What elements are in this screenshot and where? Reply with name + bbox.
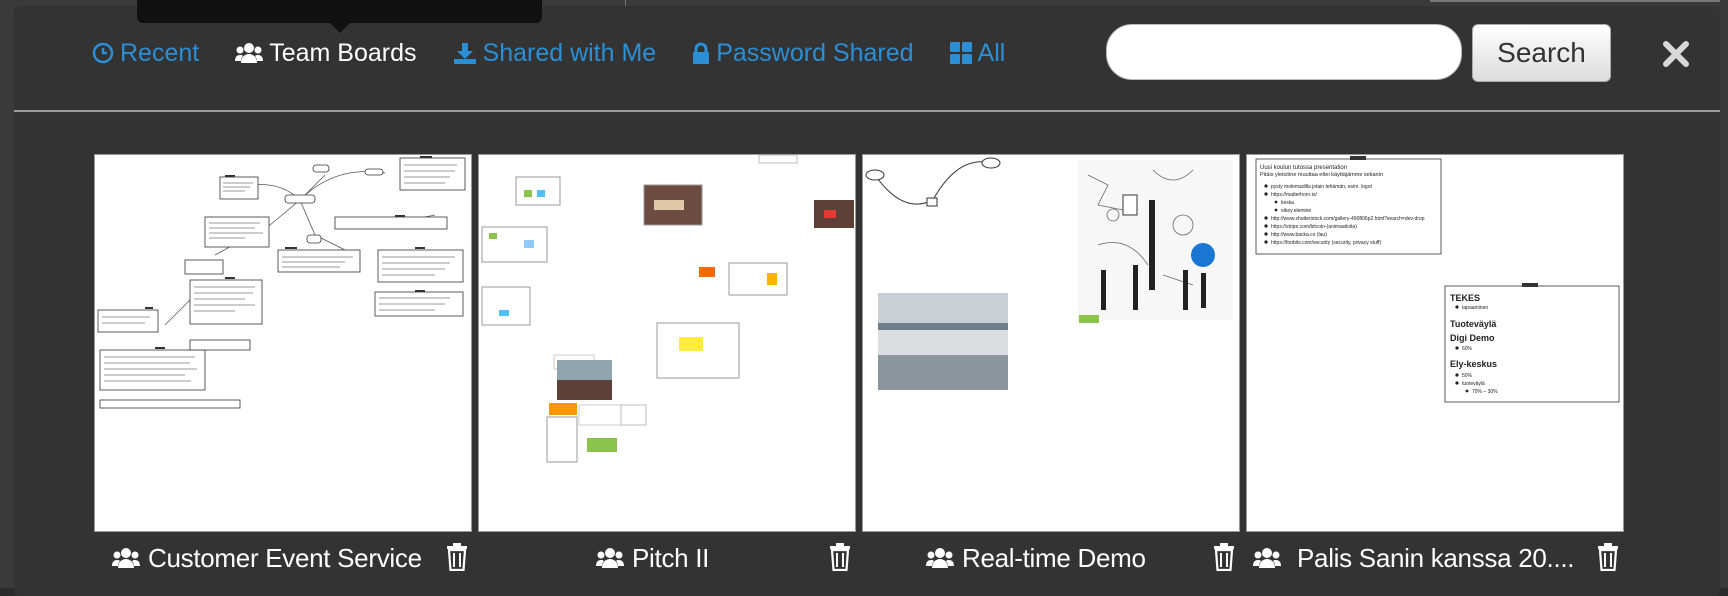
lock-icon — [693, 42, 710, 64]
tab-password-shared-label: Password Shared — [716, 38, 914, 67]
board-thumbnail[interactable]: Uusi koulun tutossa presentation Pitäis … — [1246, 154, 1624, 532]
tab-recent-label: Recent — [120, 38, 200, 67]
note-item: stkey.elemine — [1281, 208, 1311, 214]
users-icon — [926, 548, 954, 568]
note-item: http://www.shutterstock.com/gallery-4908… — [1271, 216, 1425, 222]
download-icon — [453, 43, 476, 64]
note-ely: Ely-keskus — [1450, 359, 1497, 369]
note-item: https://stripe.com/bitcoin-(animaatioita… — [1271, 224, 1357, 230]
tooltip-arrow — [330, 23, 350, 33]
clock-icon — [92, 42, 114, 64]
tooltip — [137, 0, 542, 23]
trash-icon[interactable] — [829, 543, 851, 571]
board-thumbnail[interactable] — [862, 154, 1240, 532]
tab-shared-with-me-label: Shared with Me — [482, 38, 657, 67]
board-title[interactable]: Real-time Demo — [926, 540, 1146, 576]
note-heading: Uusi koulun tutossa presentation — [1260, 165, 1347, 171]
tab-all-label: All — [977, 38, 1006, 67]
note-item: tapaaminen — [1462, 305, 1488, 311]
board-title-text: Pitch II — [632, 542, 710, 573]
divider — [14, 110, 1720, 112]
board-title-text: Real-time Demo — [962, 542, 1146, 573]
note-item: keska — [1281, 200, 1294, 206]
board-title-text: Customer Event Service — [148, 542, 422, 573]
note-item: 70% – 30% — [1472, 389, 1498, 395]
note-item: https://foobits.com/security (security, … — [1271, 240, 1381, 246]
users-icon — [235, 43, 264, 63]
tab-team-boards-label: Team Boards — [269, 38, 417, 67]
tab-all[interactable]: All — [949, 38, 1006, 68]
board-preview-mindmap — [97, 156, 466, 409]
search-button[interactable]: Search — [1472, 24, 1611, 82]
board-title-text: Palis Sanin kanssa 20.... — [1297, 542, 1575, 573]
note-tuote: Tuoteväylä — [1450, 319, 1497, 329]
users-icon — [1253, 548, 1281, 568]
close-icon[interactable] — [1660, 38, 1692, 70]
tab-team-boards[interactable]: Team Boards — [235, 38, 417, 68]
trash-icon[interactable] — [1213, 543, 1235, 571]
note-tekes: TEKES — [1450, 293, 1480, 303]
tab-recent[interactable]: Recent — [92, 39, 199, 68]
board-thumbnail[interactable] — [478, 154, 856, 532]
trash-icon[interactable] — [1597, 543, 1619, 571]
note-digi: Digi Demo — [1450, 333, 1495, 343]
tab-shared-with-me[interactable]: Shared with Me — [453, 38, 657, 68]
board-title[interactable]: Pitch II — [596, 540, 709, 576]
tab-password-shared[interactable]: Password Shared — [692, 38, 914, 68]
note-item: 50% — [1462, 373, 1473, 379]
search-input[interactable] — [1106, 24, 1462, 80]
board-preview-notes: Uusi koulun tutossa presentation Pitäis … — [1255, 156, 1620, 403]
board-preview-realtime — [865, 157, 1233, 390]
users-icon — [112, 548, 140, 568]
board-title[interactable]: Customer Event Service — [112, 540, 422, 576]
note-subheading: Pitäis yleisöine muuttaa ettei käyttäjäm… — [1260, 172, 1383, 178]
trash-icon[interactable] — [446, 543, 468, 571]
note-item: http://www.backa.co (lau) — [1271, 232, 1327, 238]
board-title[interactable]: Palis Sanin kanssa 20.... — [1253, 540, 1575, 576]
board-preview-pitch — [481, 155, 854, 463]
note-item: 60% — [1462, 346, 1473, 352]
grid-icon — [949, 42, 972, 64]
board-filter-nav: Recent Team Boards Shared with Me Passwo… — [92, 36, 1041, 70]
users-icon — [596, 548, 624, 568]
board-thumbnail[interactable] — [94, 154, 472, 532]
note-item: pysty molemadilla jotain tehämän, esim. … — [1271, 184, 1372, 190]
note-item: https://matterhorn.io/ — [1271, 192, 1317, 198]
note-item: tuoteväylä — [1462, 381, 1485, 387]
